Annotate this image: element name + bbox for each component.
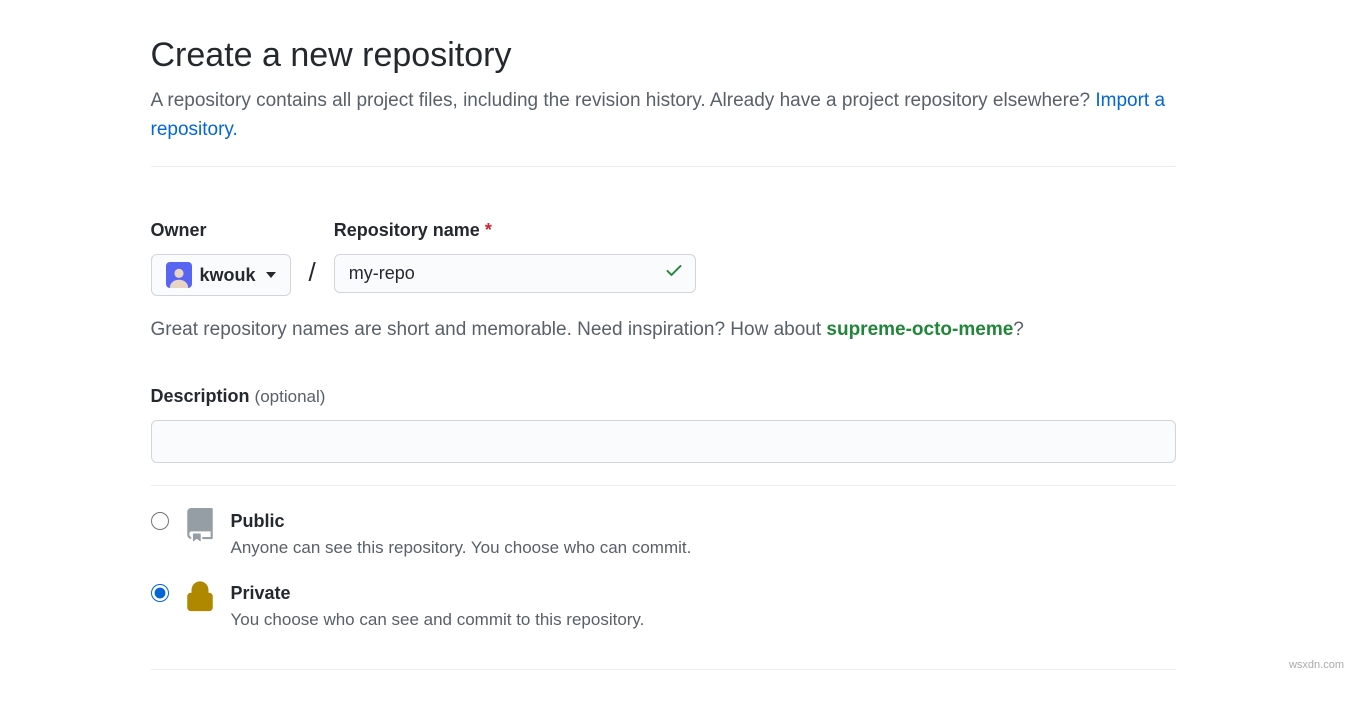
private-desc: You choose who can see and commit to thi…: [231, 607, 645, 633]
description-input[interactable]: [151, 420, 1176, 463]
watermark: wsxdn.com: [1289, 657, 1344, 674]
lock-icon: [183, 580, 217, 622]
name-hint: Great repository names are short and mem…: [151, 316, 1176, 345]
owner-avatar: [166, 262, 192, 288]
page-subtitle: A repository contains all project files,…: [151, 87, 1176, 144]
divider: [151, 485, 1176, 486]
private-radio[interactable]: [151, 584, 169, 602]
visibility-private-row[interactable]: Private You choose who can see and commi…: [151, 574, 1176, 647]
public-desc: Anyone can see this repository. You choo…: [231, 535, 692, 561]
slash-separator: /: [309, 217, 316, 292]
hint-pre: Great repository names are short and mem…: [151, 319, 827, 340]
visibility-public-row[interactable]: Public Anyone can see this repository. Y…: [151, 502, 1176, 575]
private-title: Private: [231, 580, 645, 607]
hint-post: ?: [1013, 319, 1024, 340]
divider: [151, 166, 1176, 167]
check-icon: [664, 260, 684, 288]
repo-name-label-text: Repository name: [334, 220, 480, 240]
create-repo-form: Create a new repository A repository con…: [151, 0, 1176, 706]
owner-repo-row: Owner kwouk / Repository name *: [151, 217, 1176, 296]
repo-name-field: Repository name *: [334, 217, 696, 293]
required-asterisk: *: [485, 220, 492, 240]
description-label-text: Description: [151, 386, 250, 406]
description-optional: (optional): [255, 387, 326, 406]
repo-name-input[interactable]: [334, 254, 696, 293]
description-label: Description (optional): [151, 383, 1176, 410]
subtitle-text: A repository contains all project files,…: [151, 90, 1096, 111]
private-text: Private You choose who can see and commi…: [231, 580, 645, 633]
repo-icon: [183, 508, 217, 550]
public-text: Public Anyone can see this repository. Y…: [231, 508, 692, 561]
divider: [151, 669, 1176, 670]
public-title: Public: [231, 508, 692, 535]
owner-field: Owner kwouk: [151, 217, 291, 296]
repo-input-wrap: [334, 254, 696, 293]
repo-name-label: Repository name *: [334, 217, 696, 244]
owner-select-button[interactable]: kwouk: [151, 254, 291, 296]
owner-label: Owner: [151, 217, 291, 244]
owner-username: kwouk: [200, 265, 256, 286]
caret-down-icon: [266, 272, 276, 278]
page-title: Create a new repository: [151, 30, 1176, 81]
name-suggestion[interactable]: supreme-octo-meme: [826, 319, 1013, 340]
public-radio[interactable]: [151, 512, 169, 530]
